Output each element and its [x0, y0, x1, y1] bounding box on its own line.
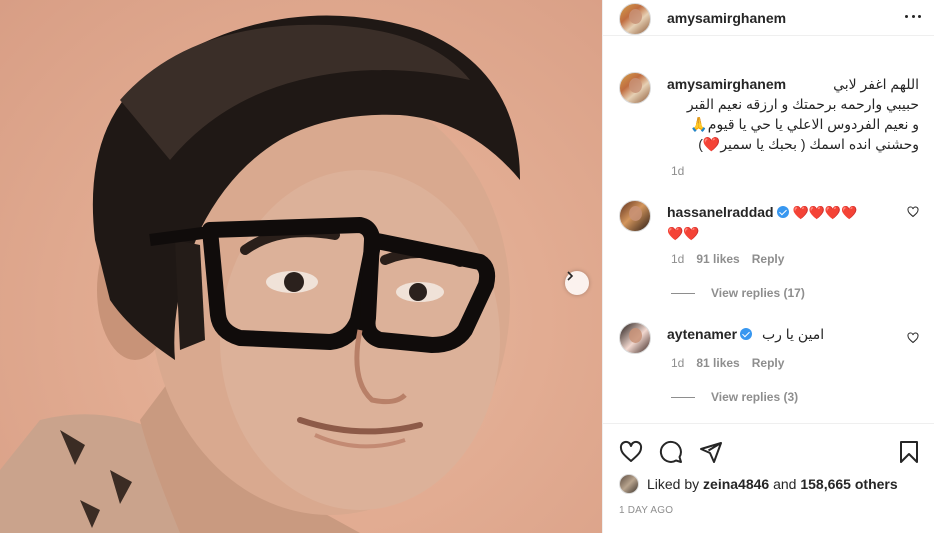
liked-by-others[interactable]: 158,665 others — [800, 476, 897, 492]
liked-by-and: and — [773, 476, 797, 492]
liked-by-avatar[interactable] — [619, 474, 639, 494]
view-replies-label: View replies (17) — [711, 286, 805, 300]
comment-likes[interactable]: 81 likes — [696, 356, 739, 370]
comment-content: امين يا رب — [761, 326, 825, 342]
chevron-right-icon — [567, 271, 574, 281]
reply-button[interactable]: Reply — [752, 252, 785, 266]
comment-meta: 1d 91 likes Reply — [671, 252, 784, 266]
author-avatar[interactable] — [619, 3, 651, 35]
caption-timestamp[interactable]: 1d — [671, 164, 684, 178]
view-replies-button[interactable]: View replies (3) — [671, 390, 798, 404]
comment-text: hassanelraddad ❤️❤️❤️❤️ ❤️❤️ — [667, 202, 899, 244]
comment-content-line-2: ❤️❤️ — [667, 226, 700, 241]
bookmark-icon[interactable] — [897, 440, 921, 464]
comment-meta: 1d 81 likes Reply — [671, 356, 784, 370]
portrait-illustration — [0, 15, 520, 533]
post-header: amysamirghanem — [603, 0, 934, 36]
post-photo[interactable] — [0, 0, 602, 533]
view-replies-button[interactable]: View replies (17) — [671, 286, 805, 300]
share-icon[interactable] — [699, 440, 723, 464]
commenter-avatar[interactable] — [619, 200, 651, 232]
caption-line-1: اللهم اغفر لابي — [833, 76, 919, 92]
post-actions: Liked by zeina4846 and 158,665 others 1 … — [603, 423, 934, 523]
post-side-panel: amysamirghanem amysamirghanem اللهم اغفر… — [602, 0, 934, 533]
more-options-button[interactable] — [905, 8, 921, 24]
comment-text: aytenamer امين يا رب — [667, 324, 899, 344]
comment-item: hassanelraddad ❤️❤️❤️❤️ ❤️❤️ 1d 91 likes… — [619, 200, 919, 310]
author-username[interactable]: amysamirghanem — [667, 10, 786, 26]
liked-by-prefix: Liked by — [647, 476, 700, 492]
comment-item: aytenamer امين يا رب 1d 81 likes Reply V… — [619, 322, 919, 412]
caption-line-3: و نعيم الفردوس الاعلي يا حي يا قيوم🙏 — [690, 116, 919, 132]
comment-content-line-1: ❤️❤️❤️❤️ — [792, 205, 858, 220]
post-date[interactable]: 1 DAY AGO — [619, 505, 673, 516]
caption-username[interactable]: amysamirghanem — [667, 74, 786, 94]
next-photo-button[interactable] — [565, 271, 589, 295]
verified-badge-icon — [740, 328, 753, 340]
view-replies-label: View replies (3) — [711, 390, 799, 404]
commenter-username[interactable]: hassanelraddad — [667, 204, 774, 220]
reply-button[interactable]: Reply — [752, 356, 785, 370]
verified-badge-icon — [776, 206, 789, 218]
comment-timestamp[interactable]: 1d — [671, 356, 684, 370]
comment-timestamp[interactable]: 1d — [671, 252, 684, 266]
comment-likes[interactable]: 91 likes — [696, 252, 739, 266]
commenter-avatar[interactable] — [619, 322, 651, 354]
like-comment-heart-icon[interactable] — [907, 332, 919, 344]
liked-by-summary: Liked by zeina4846 and 158,665 others — [619, 474, 898, 494]
more-horizontal-icon — [905, 14, 908, 18]
heart-icon[interactable] — [619, 440, 643, 464]
commenter-username[interactable]: aytenamer — [667, 326, 737, 342]
caption-line-2: حبيبي وارحمه برحمتك و ارزقه نعيم القبر — [686, 96, 919, 112]
caption-line-4: وحشني انده اسمك ( بحبك يا سمير❤️) — [698, 136, 919, 152]
caption-text: amysamirghanem اللهم اغفر لابي حبيبي وار… — [667, 74, 919, 154]
caption-avatar[interactable] — [619, 72, 651, 104]
liked-by-user[interactable]: zeina4846 — [703, 476, 769, 492]
comment-icon[interactable] — [659, 440, 683, 464]
like-comment-heart-icon[interactable] — [907, 206, 919, 218]
